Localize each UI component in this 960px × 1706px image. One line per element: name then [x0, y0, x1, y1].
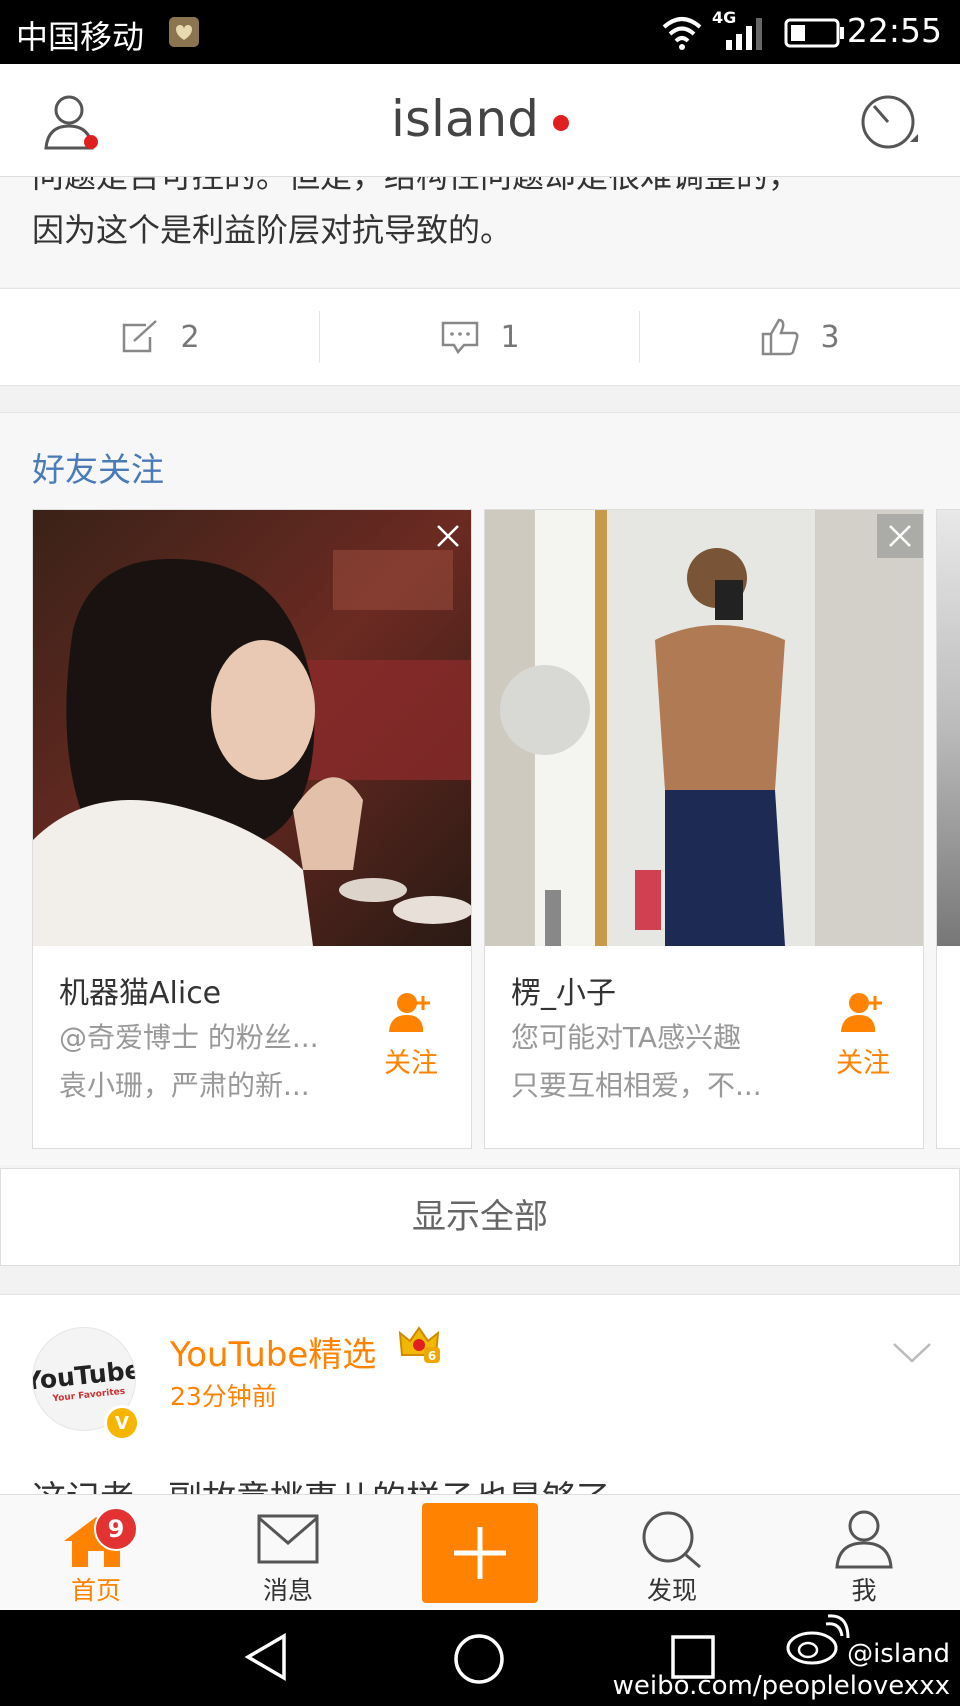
wifi-icon — [662, 17, 702, 50]
health-app-icon — [169, 17, 199, 47]
repost-icon — [123, 320, 158, 353]
follow-button[interactable]: 关注 — [823, 990, 903, 1080]
repost-button[interactable]: 2 — [0, 289, 320, 385]
tab-label: 我 — [851, 1576, 877, 1605]
close-icon — [437, 525, 459, 547]
friend-name: 楞_小子 — [511, 976, 616, 1011]
bottom-tab-bar: 9 首页 消息 发现 我 — [0, 1494, 960, 1611]
post-username[interactable]: YouTube精选 — [170, 1327, 376, 1376]
tab-discover[interactable]: 发现 — [602, 1495, 742, 1611]
svg-text:6: 6 — [428, 1349, 436, 1363]
tab-me[interactable]: 我 — [794, 1495, 934, 1611]
add-user-icon — [389, 993, 430, 1032]
post-time: 23分钟前 — [170, 1382, 277, 1411]
status-bar: 中国移动 4G 22:55 — [0, 0, 960, 64]
thumbs-up-icon — [762, 318, 799, 356]
friend-bio: 只要互相相爱，不... — [511, 1069, 762, 1102]
section-title[interactable]: 好友关注 — [32, 443, 164, 491]
signal-icon — [726, 18, 762, 50]
chevron-down-icon[interactable] — [892, 1341, 932, 1365]
unread-dot — [552, 114, 569, 131]
tab-label: 消息 — [262, 1576, 313, 1605]
verified-badge: V — [104, 1405, 140, 1441]
comment-button[interactable]: 1 — [320, 289, 640, 385]
show-all-button[interactable]: 显示全部 — [0, 1168, 960, 1266]
like-count: 3 — [820, 319, 840, 355]
friend-bio: 袁小珊，严肃的新... — [59, 1069, 310, 1102]
friend-card[interactable]: 楞_小子 您可能对TA感兴趣 只要互相相爱，不... 关注 — [484, 509, 924, 1149]
friend-photo[interactable] — [485, 510, 923, 946]
back-icon[interactable] — [244, 1632, 288, 1682]
friend-photo[interactable] — [33, 510, 471, 946]
follow-button[interactable]: 关注 — [371, 990, 451, 1080]
plus-icon — [454, 1527, 506, 1579]
close-icon — [889, 525, 911, 547]
user-icon — [835, 1510, 893, 1569]
tab-messages[interactable]: 消息 — [218, 1495, 358, 1611]
tab-home[interactable]: 9 首页 — [26, 1495, 166, 1611]
repost-count: 2 — [180, 319, 200, 355]
comment-icon — [442, 321, 479, 355]
dismiss-button[interactable] — [425, 514, 471, 558]
watermark-url: weibo.com/peoplelovexxx — [612, 1671, 950, 1701]
like-button[interactable]: 3 — [640, 289, 960, 385]
friend-suggestions: 好友关注 机器猫Alice @奇爱博士 的粉丝... 袁小珊，严肃的新... 关… — [0, 412, 960, 1165]
system-nav-bar: @island weibo.com/peoplelovexxx — [0, 1610, 960, 1706]
tab-label: 发现 — [646, 1576, 697, 1605]
feed-post[interactable]: YouTube Your Favorites V YouTube精选 6 23分… — [0, 1294, 960, 1495]
compose-button[interactable] — [422, 1503, 538, 1603]
post-text-line: 问题是否可控的。但是，结构性问题却是很难调整的， — [32, 177, 800, 197]
notification-badge: 9 — [94, 1507, 138, 1551]
search-icon — [642, 1511, 701, 1569]
friend-reason: 您可能对TA感兴趣 — [511, 1021, 742, 1054]
follow-label: 关注 — [836, 1048, 890, 1079]
friend-reason: @奇爱博士 的粉丝... — [59, 1021, 319, 1054]
envelope-icon — [257, 1514, 319, 1564]
battery-icon — [784, 18, 844, 48]
clock: 22:55 — [846, 11, 942, 50]
watermark: @island weibo.com/peoplelovexxx — [613, 1638, 950, 1702]
radar-icon[interactable] — [858, 92, 922, 152]
post-action-bar: 2 1 3 — [0, 288, 960, 386]
crown-icon[interactable]: 6 — [398, 1325, 440, 1365]
post-text: 这记者一副故意挑事儿的样子也是够了 — [32, 1471, 610, 1495]
friend-card[interactable]: 机器猫Alice @奇爱博士 的粉丝... 袁小珊，严肃的新... 关注 — [32, 509, 472, 1149]
top-header: island — [0, 64, 960, 177]
page-title[interactable]: island — [0, 90, 960, 148]
follow-label: 关注 — [384, 1048, 438, 1079]
watermark-handle: @island — [847, 1639, 950, 1669]
post-body[interactable]: 问题是否可控的。但是，结构性问题却是很难调整的， 因为这个是利益阶层对抗导致的。 — [0, 177, 960, 287]
post-text-line: 因为这个是利益阶层对抗导致的。 — [32, 211, 513, 249]
carrier-name: 中国移动 — [16, 18, 145, 56]
tab-label: 首页 — [70, 1576, 121, 1605]
home-nav-icon[interactable] — [452, 1632, 506, 1686]
dismiss-button[interactable] — [877, 514, 923, 558]
friend-name: 机器猫Alice — [59, 976, 222, 1011]
show-all-label: 显示全部 — [412, 1197, 548, 1237]
add-user-icon — [841, 993, 882, 1032]
friend-card-partial[interactable] — [936, 509, 960, 1149]
comment-count: 1 — [500, 319, 520, 355]
